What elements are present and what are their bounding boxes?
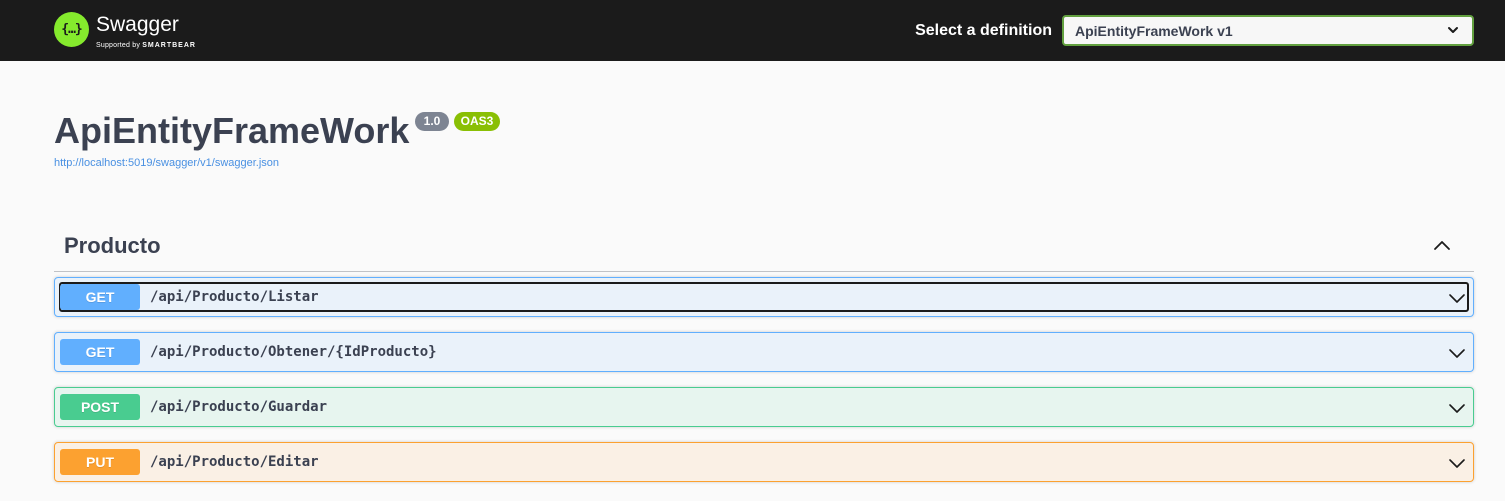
api-title: ApiEntityFrameWork bbox=[54, 110, 410, 151]
operation-get-listar[interactable]: GET /api/Producto/Listar bbox=[54, 277, 1474, 317]
select-definition-label: Select a definition bbox=[915, 22, 1052, 39]
swagger-logo-icon[interactable]: {…} bbox=[54, 12, 89, 47]
method-badge: GET bbox=[60, 284, 140, 310]
definition-select-value: ApiEntityFrameWork v1 bbox=[1075, 23, 1233, 39]
oas-badge: OAS3 bbox=[454, 112, 500, 131]
operation-path: /api/Producto/Editar bbox=[150, 454, 319, 470]
spec-url-link[interactable]: http://localhost:5019/swagger/v1/swagger… bbox=[54, 157, 279, 169]
chevron-down-icon[interactable] bbox=[1449, 345, 1465, 361]
logo-tagline: Supported by SMARTBEAR bbox=[96, 41, 196, 50]
method-badge: PUT bbox=[60, 449, 140, 475]
logo-tag-brand: SMARTBEAR bbox=[142, 42, 196, 49]
logo-name[interactable]: Swagger bbox=[96, 13, 179, 37]
operation-path: /api/Producto/Guardar bbox=[150, 399, 328, 415]
operation-path: /api/Producto/Listar bbox=[150, 289, 319, 305]
definition-select[interactable]: ApiEntityFrameWork v1 bbox=[1062, 15, 1474, 46]
method-badge: GET bbox=[60, 339, 140, 365]
operation-get-obtener[interactable]: GET /api/Producto/Obtener/{IdProducto} bbox=[54, 332, 1474, 372]
operation-put-editar[interactable]: PUT /api/Producto/Editar bbox=[54, 442, 1474, 482]
chevron-down-icon[interactable] bbox=[1449, 400, 1465, 416]
chevron-up-icon[interactable] bbox=[1432, 236, 1452, 256]
chevron-down-icon bbox=[1448, 27, 1458, 33]
tag-section-header[interactable]: Producto bbox=[54, 228, 1474, 272]
operation-post-guardar[interactable]: POST /api/Producto/Guardar bbox=[54, 387, 1474, 427]
method-badge: POST bbox=[60, 394, 140, 420]
top-bar: {…} Swagger Supported by SMARTBEAR Selec… bbox=[0, 0, 1505, 61]
chevron-down-icon[interactable] bbox=[1449, 455, 1465, 471]
logo-tag-prefix: Supported by bbox=[96, 42, 141, 49]
operation-path: /api/Producto/Obtener/{IdProducto} bbox=[150, 344, 437, 360]
version-badge: 1.0 bbox=[415, 112, 449, 131]
chevron-down-icon[interactable] bbox=[1449, 290, 1465, 306]
tag-name[interactable]: Producto bbox=[64, 232, 161, 260]
